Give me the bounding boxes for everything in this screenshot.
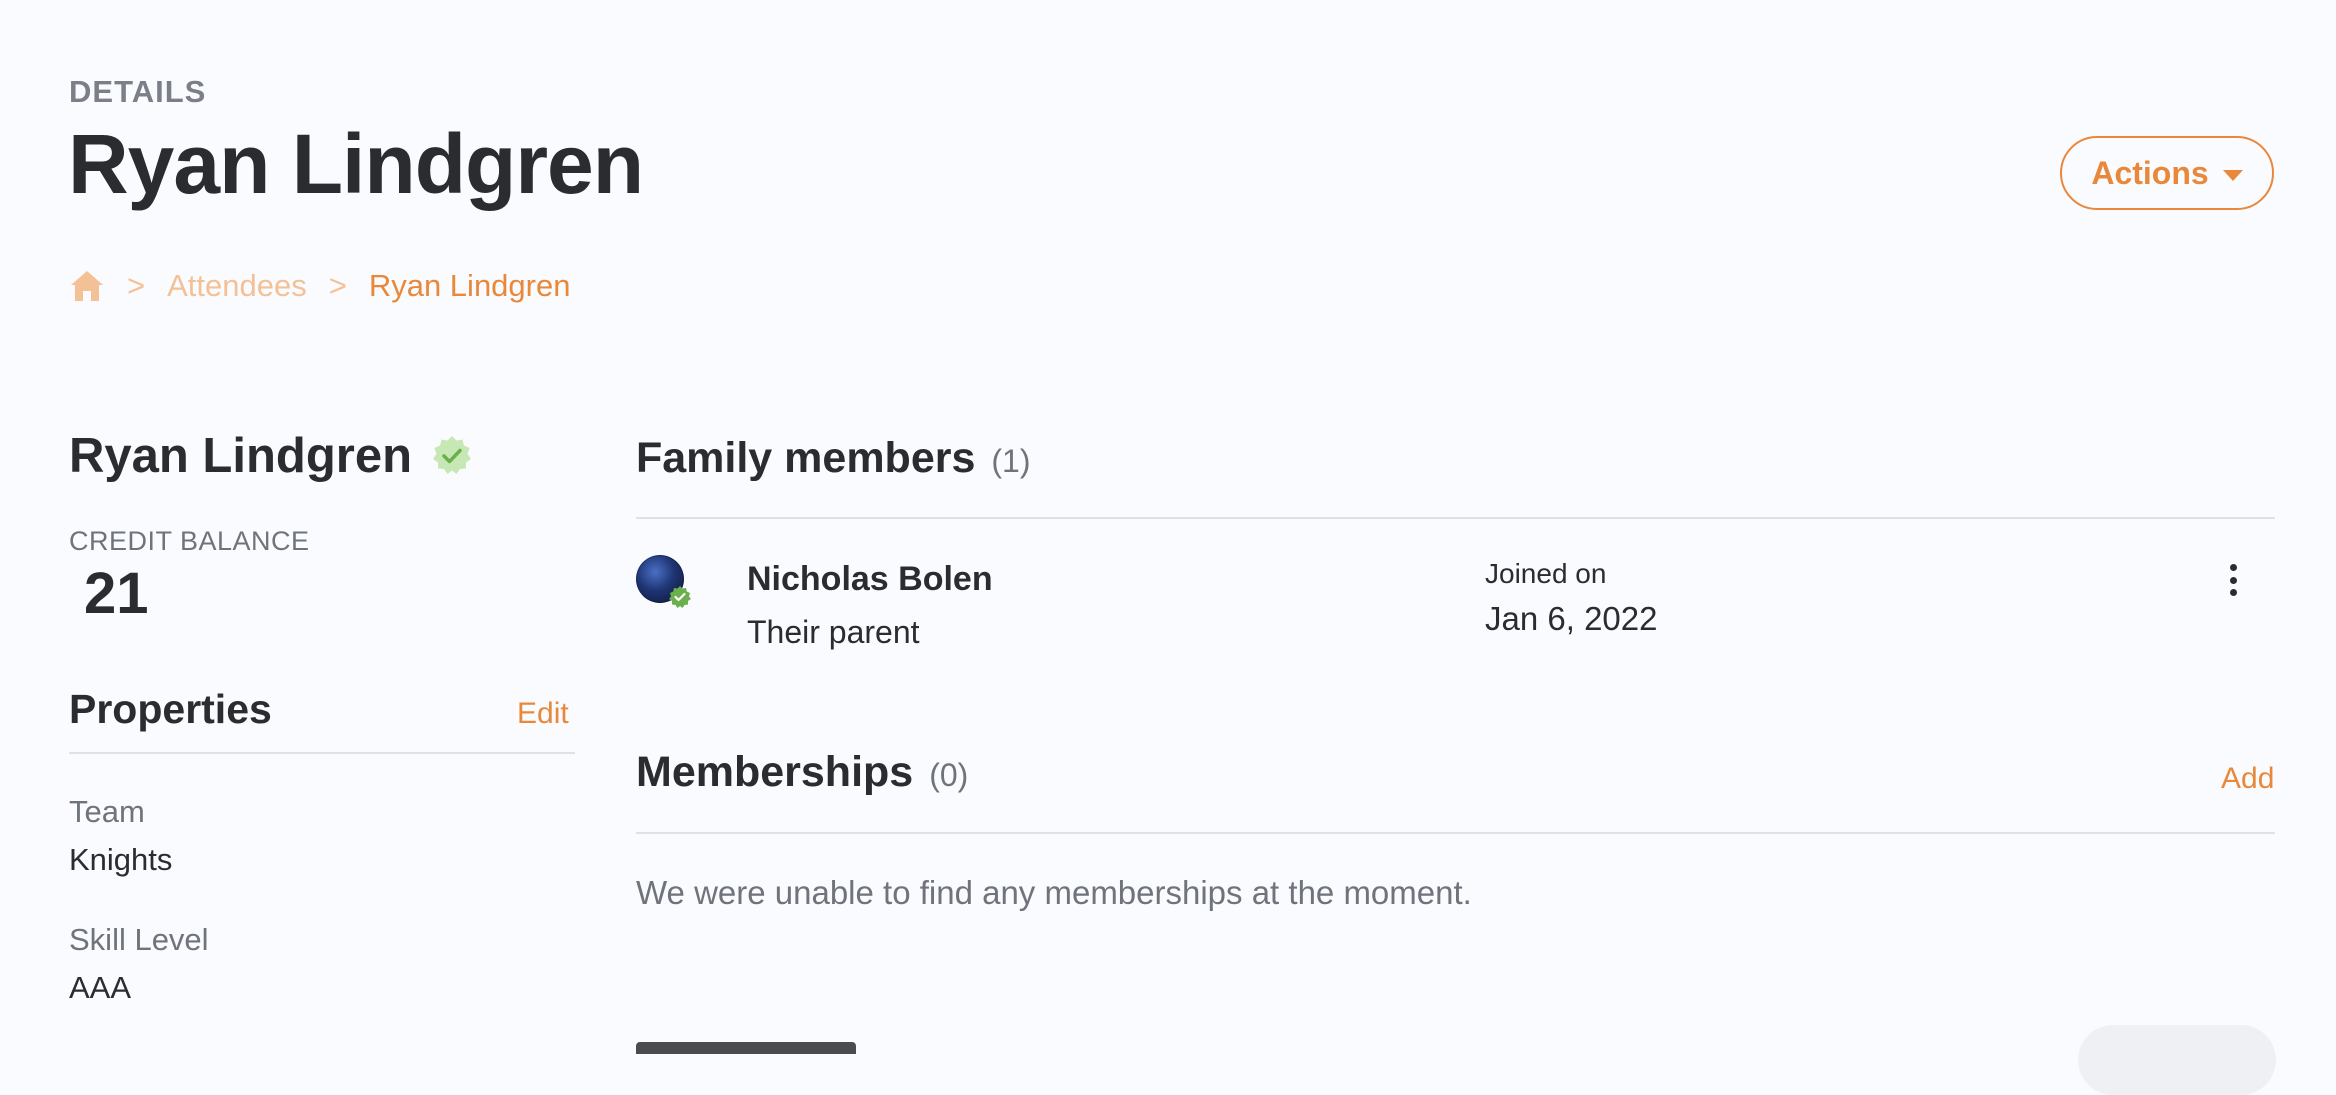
section-action-button[interactable] [2078, 1025, 2276, 1095]
property-label-skill-level: Skill Level [69, 922, 209, 957]
family-member-relation: Their parent [747, 614, 920, 650]
profile-name-text: Ryan Lindgren [69, 429, 413, 483]
breadcrumb-separator: > [127, 268, 146, 303]
breadcrumb-attendees-link[interactable]: Attendees [167, 268, 307, 304]
add-membership-link[interactable]: Add [2221, 762, 2274, 796]
page-title: Ryan Lindgren [68, 117, 644, 211]
kebab-dot [2229, 564, 2237, 571]
joined-on-label: Joined on [1485, 558, 1607, 589]
actions-button[interactable]: Actions [2060, 136, 2274, 210]
memberships-heading: Memberships [636, 748, 914, 796]
memberships-count: (0) [929, 757, 969, 793]
credit-balance-value: 21 [84, 561, 149, 626]
family-members-count: (1) [991, 443, 1031, 479]
family-members-divider [636, 517, 2275, 519]
properties-divider [69, 752, 575, 754]
property-value-skill-level: AAA [69, 970, 132, 1005]
breadcrumb-separator: > [328, 268, 347, 303]
property-value-team: Knights [69, 842, 173, 877]
family-member-name[interactable]: Nicholas Bolen [747, 560, 993, 599]
breadcrumb-current: Ryan Lindgren [368, 268, 571, 303]
joined-on-date: Jan 6, 2022 [1485, 600, 1658, 637]
family-members-title: Family members (1) [636, 434, 1031, 483]
verified-badge-icon [430, 434, 474, 478]
memberships-empty-message: We were unable to find any memberships a… [636, 874, 1472, 911]
page-eyebrow: DETAILS [69, 74, 207, 109]
memberships-divider [636, 832, 2275, 834]
home-icon[interactable] [69, 269, 105, 303]
property-label-team: Team [69, 794, 145, 829]
properties-edit-link[interactable]: Edit [517, 697, 569, 731]
actions-button-label: Actions [2091, 154, 2209, 191]
kebab-dot [2229, 576, 2237, 584]
profile-name: Ryan Lindgren [69, 428, 474, 484]
family-members-heading: Family members [636, 434, 976, 482]
breadcrumb: > Attendees > Ryan Lindgren [69, 266, 570, 306]
next-section-title-cutoff [636, 1038, 886, 1054]
verified-badge-icon [668, 585, 692, 609]
memberships-title: Memberships (0) [636, 748, 968, 797]
chevron-down-icon [2222, 169, 2243, 181]
more-options-icon[interactable] [2216, 560, 2250, 600]
properties-title: Properties [69, 686, 272, 732]
kebab-dot [2229, 589, 2237, 596]
credit-balance-label: CREDIT BALANCE [69, 526, 310, 556]
